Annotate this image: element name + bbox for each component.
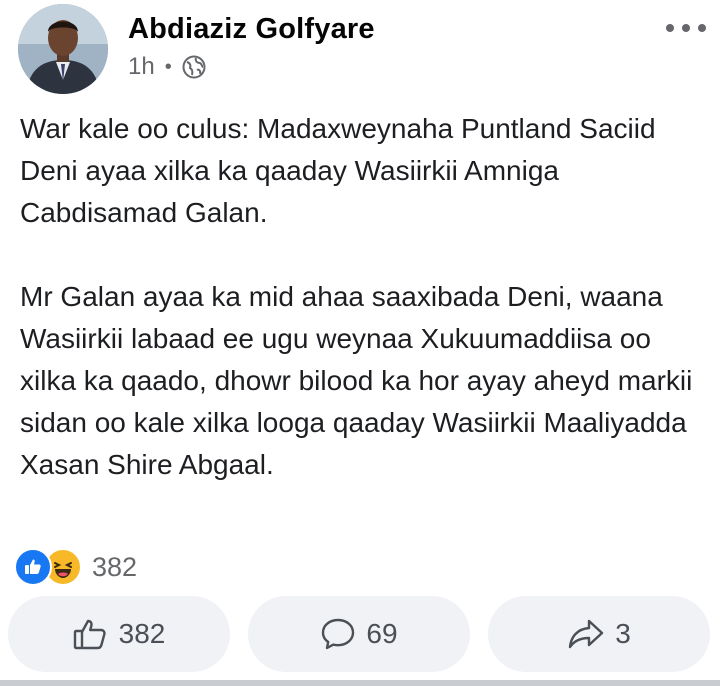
meta-separator: • — [164, 55, 172, 78]
comment-count: 69 — [366, 618, 398, 649]
more-dots-icon — [666, 24, 674, 32]
post-timestamp[interactable]: 1h — [128, 53, 155, 81]
reactions-summary[interactable]: 382 — [14, 548, 137, 586]
reaction-count: 382 — [92, 551, 138, 582]
like-count: 382 — [118, 618, 166, 649]
avatar-image — [18, 4, 108, 94]
comment-bubble-icon — [322, 618, 355, 650]
more-dots-icon — [682, 24, 690, 32]
author-avatar[interactable] — [18, 4, 108, 94]
share-count: 3 — [615, 618, 631, 649]
divider — [0, 680, 720, 686]
more-options-button[interactable] — [666, 16, 706, 40]
post-paragraph: Mr Galan ayaa ka mid ahaa saaxibada Deni… — [20, 281, 693, 480]
share-button[interactable]: 3 — [488, 596, 710, 672]
like-reaction-icon — [14, 548, 52, 586]
author-name[interactable]: Abdiaziz Golfyare — [128, 13, 375, 46]
post-body: War kale oo culus: Madaxweynaha Puntland… — [20, 108, 710, 486]
globe-icon — [182, 55, 206, 79]
share-arrow-icon — [569, 619, 604, 649]
post-actions-bar: 382 69 3 — [0, 596, 720, 672]
post-meta: 1h • — [128, 52, 206, 82]
more-dots-icon — [698, 24, 706, 32]
facebook-post: Abdiaziz Golfyare 1h • War kale oo culus… — [0, 0, 720, 686]
thumbs-up-icon — [73, 619, 106, 650]
post-paragraph: War kale oo culus: Madaxweynaha Puntland… — [20, 113, 656, 228]
like-button[interactable]: 382 — [8, 596, 230, 672]
comment-button[interactable]: 69 — [248, 596, 470, 672]
